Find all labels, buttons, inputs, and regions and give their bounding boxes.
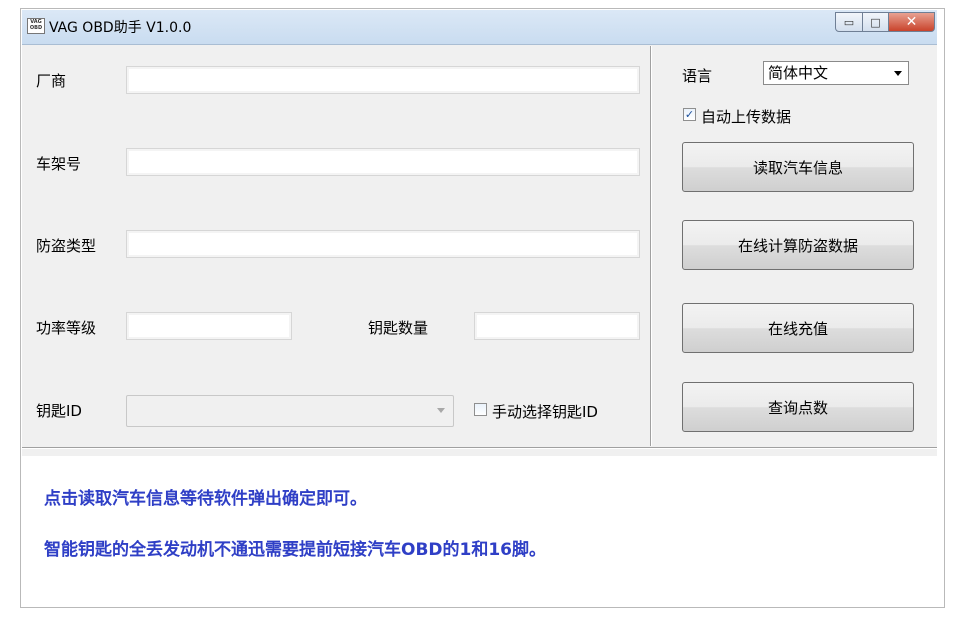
title-bar[interactable]: VAG OBD VAG OBD助手 V1.0.0 ▭ □ ✕ <box>22 10 937 45</box>
app-icon: VAG OBD <box>27 18 45 34</box>
chevron-down-icon <box>894 71 902 76</box>
online-recharge-button[interactable]: 在线充值 <box>682 303 914 353</box>
window-controls: ▭ □ ✕ <box>835 12 935 34</box>
key-count-field[interactable] <box>474 312 640 340</box>
bottom-divider <box>22 447 937 449</box>
key-id-combo[interactable] <box>126 395 454 427</box>
minimize-button[interactable]: ▭ <box>835 12 863 32</box>
manufacturer-field[interactable] <box>126 66 640 94</box>
vertical-divider <box>650 46 652 446</box>
language-select[interactable]: 简体中文 <box>763 61 909 85</box>
key-count-label: 钥匙数量 <box>368 319 429 337</box>
immo-type-field[interactable] <box>126 230 640 258</box>
immo-type-label: 防盗类型 <box>36 237 97 255</box>
maximize-icon: □ <box>870 15 881 29</box>
power-level-label: 功率等级 <box>36 319 97 337</box>
auto-upload-checkbox[interactable]: ✓ <box>683 108 696 121</box>
close-button[interactable]: ✕ <box>889 12 935 32</box>
language-label: 语言 <box>682 67 713 85</box>
check-icon: ✓ <box>684 108 695 121</box>
close-icon: ✕ <box>905 14 918 30</box>
query-points-button[interactable]: 查询点数 <box>682 382 914 432</box>
maximize-button[interactable]: □ <box>863 12 889 32</box>
instruction-line-1: 点击读取汽车信息等待软件弹出确定即可。 <box>44 489 367 509</box>
app-window: VAG OBD VAG OBD助手 V1.0.0 ▭ □ ✕ 厂商 车架号 防盗类… <box>22 10 937 456</box>
manual-key-label: 手动选择钥匙ID <box>492 403 598 421</box>
minimize-icon: ▭ <box>843 15 855 29</box>
online-calc-button[interactable]: 在线计算防盗数据 <box>682 220 914 270</box>
vin-label: 车架号 <box>36 155 82 173</box>
instruction-line-2: 智能钥匙的全丢发动机不通迅需要提前短接汽车OBD的1和16脚。 <box>44 540 547 560</box>
key-id-label: 钥匙ID <box>36 402 82 420</box>
read-car-info-button[interactable]: 读取汽车信息 <box>682 142 914 192</box>
manufacturer-label: 厂商 <box>36 72 67 90</box>
language-value: 简体中文 <box>768 64 829 82</box>
power-level-field[interactable] <box>126 312 292 340</box>
vin-field[interactable] <box>126 148 640 176</box>
window-title: VAG OBD助手 V1.0.0 <box>49 20 192 36</box>
chevron-down-icon <box>437 408 445 413</box>
auto-upload-label: 自动上传数据 <box>701 108 792 126</box>
manual-key-checkbox[interactable] <box>474 403 487 416</box>
